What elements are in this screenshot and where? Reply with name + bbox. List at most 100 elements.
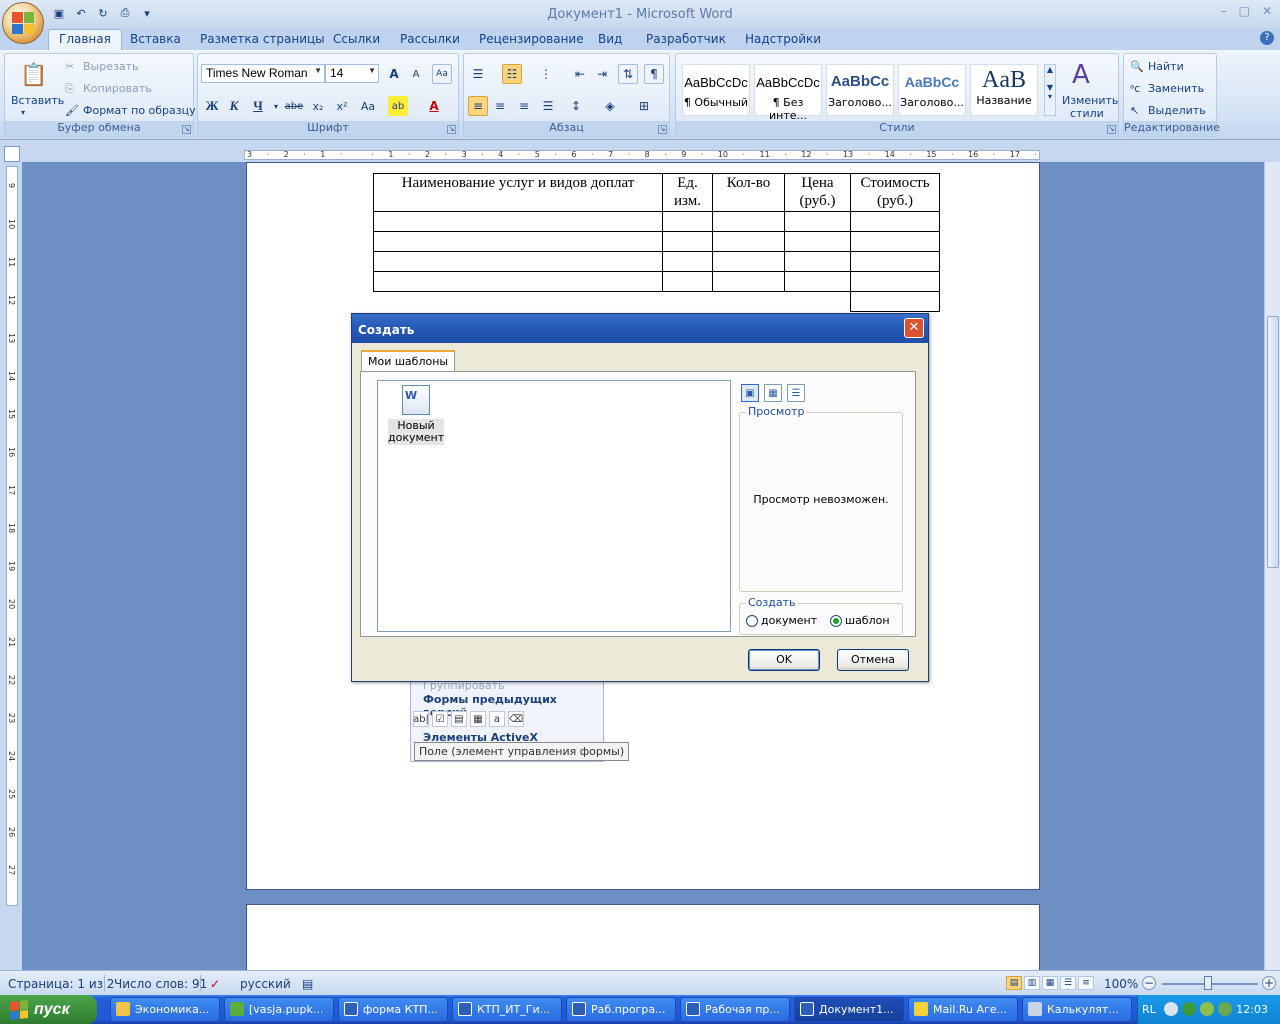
table-cell[interactable] bbox=[784, 251, 851, 272]
numbering-icon[interactable]: ☷ bbox=[502, 64, 522, 84]
align-right-icon[interactable]: ≡ bbox=[514, 96, 534, 116]
table-header-cell[interactable]: Стоимость (руб.) bbox=[850, 173, 940, 212]
table-cell[interactable] bbox=[850, 271, 940, 292]
table-cell[interactable] bbox=[662, 211, 713, 232]
subscript-button[interactable]: x₂ bbox=[308, 96, 328, 116]
change-styles-button-line2[interactable]: стили bbox=[1070, 107, 1104, 120]
text-field-icon[interactable]: ab| bbox=[413, 711, 429, 727]
maximize-button[interactable]: □ bbox=[1239, 4, 1250, 18]
page-indicator[interactable]: Страница: 1 из 2 bbox=[8, 977, 114, 991]
tab-view[interactable]: Вид bbox=[598, 32, 622, 46]
network-icon[interactable] bbox=[1182, 1002, 1196, 1016]
tab-addins[interactable]: Надстройки bbox=[745, 32, 821, 46]
vertical-ruler-scale[interactable]: 9 10 11 12 13 14 15 16 17 18 19 20 21 22 23 24 25 26 27 bbox=[6, 166, 18, 906]
table-cell[interactable] bbox=[662, 251, 713, 272]
font-color-button[interactable]: A bbox=[424, 96, 444, 116]
table-header-cell[interactable]: Цена (руб.) bbox=[784, 173, 851, 212]
underline-button[interactable]: Ч bbox=[248, 96, 268, 116]
multilevel-list-icon[interactable]: ⋮ bbox=[536, 64, 556, 84]
checkbox-icon[interactable]: ☑ bbox=[432, 711, 448, 727]
cut-button[interactable]: Вырезать bbox=[83, 60, 138, 73]
shading-icon[interactable]: ◈ bbox=[600, 96, 620, 116]
help-icon[interactable]: ? bbox=[1260, 31, 1274, 45]
taskbar-item[interactable]: Рабочая пр... bbox=[680, 997, 790, 1022]
zoom-out-button[interactable]: − bbox=[1142, 976, 1156, 990]
combo-box-icon[interactable]: ▤ bbox=[451, 711, 467, 727]
change-styles-button[interactable]: Изменить bbox=[1062, 94, 1118, 107]
document-page-2[interactable] bbox=[246, 904, 1040, 970]
web-layout-icon[interactable]: ▦ bbox=[1042, 976, 1058, 990]
taskbar-item[interactable]: Mail.Ru Аге... bbox=[908, 997, 1018, 1022]
tab-insert[interactable]: Вставка bbox=[130, 32, 181, 46]
superscript-button[interactable]: x² bbox=[332, 96, 352, 116]
tab-selector-icon[interactable] bbox=[4, 146, 20, 162]
table-total-cell[interactable] bbox=[850, 291, 940, 312]
decrease-indent-icon[interactable]: ⇤ bbox=[570, 64, 590, 84]
draft-view-icon[interactable]: ≡ bbox=[1078, 976, 1094, 990]
office-button[interactable] bbox=[2, 2, 44, 44]
replace-button[interactable]: Заменить bbox=[1148, 82, 1204, 95]
ruler-scale[interactable]: 3 · 2 · 1 · · 1 · 2 · 3 · 4 · 5 · 6 · 7 · 8 · 9 · 10 · 11 · 12 · 13 · 14 ·… bbox=[244, 150, 1040, 160]
table-cell[interactable] bbox=[662, 271, 713, 292]
table-header-cell[interactable]: Кол-во bbox=[712, 173, 785, 212]
clipboard-launcher-icon[interactable]: ↘ bbox=[182, 125, 191, 134]
find-button[interactable]: Найти bbox=[1148, 60, 1184, 73]
radio-template[interactable]: шаблон bbox=[830, 614, 890, 627]
tab-references[interactable]: Ссылки bbox=[333, 32, 380, 46]
table-cell[interactable] bbox=[784, 211, 851, 232]
font-size-combo[interactable]: 14 ▼ bbox=[325, 64, 379, 83]
taskbar-item-active[interactable]: Документ1... bbox=[794, 997, 904, 1022]
table-header-cell[interactable]: Наименование услуг и видов доплат bbox=[373, 173, 663, 212]
print-layout-icon[interactable]: ▤ bbox=[1006, 976, 1022, 990]
reset-form-fields-icon[interactable]: ⌫ bbox=[508, 711, 524, 727]
tab-my-templates[interactable]: Мои шаблоны bbox=[361, 350, 456, 373]
table-cell[interactable] bbox=[373, 271, 663, 292]
ok-button[interactable]: OK bbox=[748, 649, 820, 671]
italic-button[interactable]: К bbox=[224, 96, 244, 116]
tab-home[interactable]: Главная bbox=[48, 29, 122, 50]
cancel-button[interactable]: Отмена bbox=[837, 649, 909, 671]
format-painter-button[interactable]: Формат по образцу bbox=[83, 104, 196, 117]
dialog-close-button[interactable]: ✕ bbox=[904, 318, 924, 338]
strikethrough-button[interactable]: abe bbox=[284, 96, 304, 116]
font-launcher-icon[interactable]: ↘ bbox=[447, 125, 456, 134]
highlight-icon[interactable]: ab bbox=[388, 96, 408, 116]
style-no-spacing[interactable]: AaBbCcDc ¶ Без инте... bbox=[754, 64, 822, 122]
keyboard-layout-indicator[interactable]: RL bbox=[1142, 1003, 1156, 1016]
proofing-icon[interactable]: ✓ bbox=[210, 977, 220, 991]
table-cell[interactable] bbox=[712, 211, 785, 232]
table-header-cell[interactable]: Ед. изм. bbox=[662, 173, 713, 212]
paste-dropdown-icon[interactable]: ▾ bbox=[21, 108, 25, 117]
macro-record-icon[interactable]: ▤ bbox=[302, 977, 313, 991]
paste-icon[interactable]: 📋 bbox=[19, 58, 49, 92]
security-icon[interactable] bbox=[1200, 1002, 1214, 1016]
zoom-level[interactable]: 100% bbox=[1104, 977, 1138, 991]
frame-icon[interactable]: ▦ bbox=[470, 711, 486, 727]
taskbar-item[interactable]: Экономика... bbox=[110, 997, 220, 1022]
show-marks-button[interactable]: ¶ bbox=[644, 64, 664, 84]
style-heading-2[interactable]: AaBbCc Заголово... bbox=[898, 64, 966, 116]
paste-button[interactable]: Вставить bbox=[11, 94, 64, 107]
radio-document[interactable]: документ bbox=[746, 614, 817, 627]
table-cell[interactable] bbox=[712, 251, 785, 272]
table-cell[interactable] bbox=[784, 271, 851, 292]
styles-scroll[interactable]: ▲ ▼ ▾ bbox=[1044, 64, 1056, 116]
table-cell[interactable] bbox=[850, 251, 940, 272]
tab-review[interactable]: Рецензирование bbox=[479, 32, 584, 46]
line-spacing-icon[interactable]: ↕ bbox=[566, 96, 586, 116]
zoom-slider-thumb[interactable] bbox=[1204, 976, 1212, 990]
style-title[interactable]: AaB Название bbox=[970, 64, 1038, 116]
vertical-scrollbar[interactable] bbox=[1264, 162, 1280, 970]
full-screen-reading-icon[interactable]: ▥ bbox=[1024, 976, 1040, 990]
bullets-icon[interactable]: ☰ bbox=[468, 64, 488, 84]
table-cell[interactable] bbox=[850, 231, 940, 252]
close-window-button[interactable]: ✕ bbox=[1262, 4, 1272, 18]
table-cell[interactable] bbox=[373, 211, 663, 232]
taskbar-item[interactable]: Раб.програ... bbox=[566, 997, 676, 1022]
style-heading-1[interactable]: AaBbCc Заголово... bbox=[826, 64, 894, 116]
align-center-icon[interactable]: ≡ bbox=[490, 96, 510, 116]
font-name-combo[interactable]: Times New Roman ▼ bbox=[201, 64, 325, 83]
template-item-new-document[interactable]: Новый документ bbox=[388, 385, 444, 445]
table-cell[interactable] bbox=[712, 271, 785, 292]
minimize-button[interactable]: – bbox=[1221, 4, 1227, 18]
